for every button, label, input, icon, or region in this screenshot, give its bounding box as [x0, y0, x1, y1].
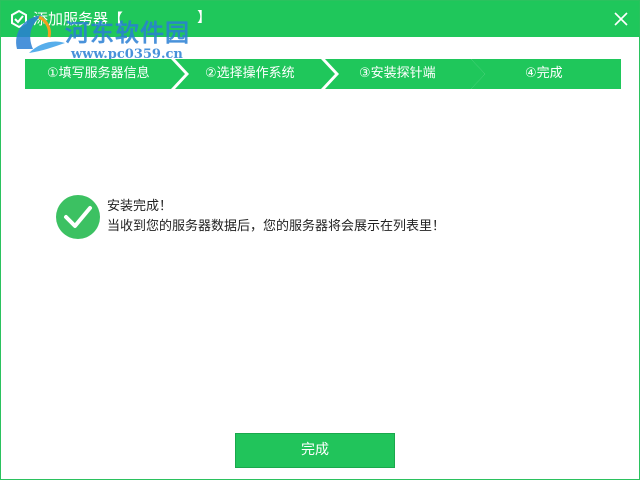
- title-bar[interactable]: 添加服务器【 】: [1, 1, 639, 37]
- app-logo-icon: [11, 9, 27, 29]
- step-4-label: ④完成: [525, 66, 563, 81]
- result-panel: 安装完成！ 当收到您的服务器数据后，您的服务器将会展示在列表里！: [55, 194, 615, 242]
- finish-button[interactable]: 完成: [235, 433, 395, 468]
- window-title: 添加服务器【: [33, 10, 124, 28]
- step-1-label: ①填写服务器信息: [47, 66, 150, 81]
- step-3: ③安装探针端: [325, 59, 485, 89]
- result-description: 当收到您的服务器数据后，您的服务器将会展示在列表里！: [107, 219, 446, 234]
- step-3-label: ③安装探针端: [359, 66, 436, 81]
- step-2: ②选择操作系统: [175, 59, 335, 89]
- window-title-suffix: 】: [197, 10, 211, 26]
- step-2-label: ②选择操作系统: [205, 66, 295, 81]
- result-title: 安装完成！: [107, 199, 173, 214]
- install-dialog: 添加服务器【 】 河东软件园 www.pc0359.cn ①填写服务器信息 ②选…: [0, 0, 640, 480]
- success-check-icon: [56, 195, 100, 239]
- step-1: ①填写服务器信息: [25, 59, 185, 89]
- step-progress: ①填写服务器信息 ②选择操作系统 ③安装探针端 ④完成: [25, 59, 621, 89]
- step-4: ④完成: [471, 59, 621, 89]
- close-icon[interactable]: [609, 7, 633, 31]
